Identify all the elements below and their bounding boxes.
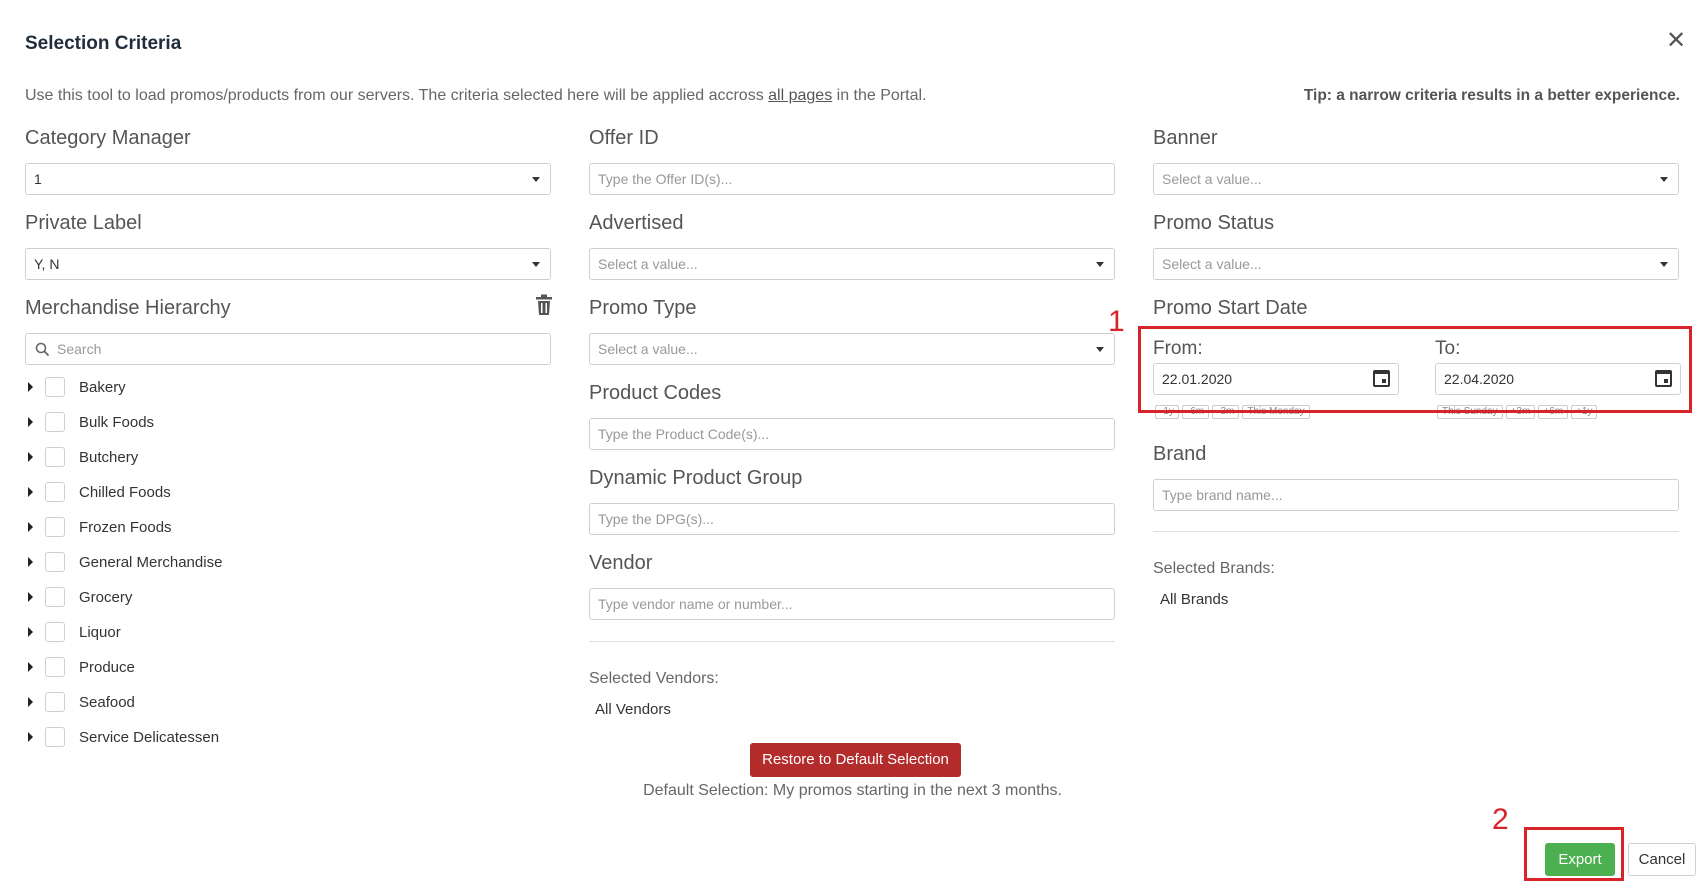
selected-vendors-value: All Vendors: [595, 701, 671, 718]
all-pages-link[interactable]: all pages: [768, 87, 832, 104]
brand-label: Brand: [1153, 443, 1207, 465]
tree-item[interactable]: Bulk Foods: [25, 407, 154, 437]
expand-arrow-icon[interactable]: [28, 382, 33, 392]
tree-item-label: Chilled Foods: [79, 483, 171, 501]
product-codes-input[interactable]: Type the Product Code(s)...: [589, 418, 1115, 450]
promo-type-select[interactable]: Select a value...: [589, 333, 1115, 365]
selected-brands-value: All Brands: [1160, 591, 1229, 608]
tree-item[interactable]: Service Delicatessen: [25, 722, 219, 748]
tree-item-label: General Merchandise: [79, 553, 223, 571]
promo-start-date-label: Promo Start Date: [1153, 297, 1308, 319]
tree-checkbox[interactable]: [45, 447, 65, 467]
tree-item[interactable]: Chilled Foods: [25, 477, 171, 507]
tree-checkbox[interactable]: [45, 622, 65, 642]
expand-arrow-icon[interactable]: [28, 592, 33, 602]
chevron-down-icon: [1096, 347, 1104, 352]
tree-checkbox[interactable]: [45, 657, 65, 677]
highlight-box-date: [1138, 326, 1692, 413]
expand-arrow-icon[interactable]: [28, 522, 33, 532]
tree-item[interactable]: Grocery: [25, 582, 132, 612]
expand-arrow-icon[interactable]: [28, 487, 33, 497]
tree-item-label: Bakery: [79, 378, 126, 396]
expand-arrow-icon[interactable]: [28, 732, 33, 742]
expand-arrow-icon[interactable]: [28, 697, 33, 707]
banner-value: Select a value...: [1162, 171, 1262, 187]
intro-text-after: in the Portal.: [832, 87, 927, 104]
tree-checkbox[interactable]: [45, 517, 65, 537]
tree-checkbox[interactable]: [45, 552, 65, 572]
selected-vendors-label: Selected Vendors:: [589, 670, 719, 687]
banner-select[interactable]: Select a value...: [1153, 163, 1679, 195]
tree-checkbox[interactable]: [45, 482, 65, 502]
tree-item-label: Produce: [79, 658, 135, 676]
tree-item[interactable]: Produce: [25, 652, 135, 682]
brand-input[interactable]: Type brand name...: [1153, 479, 1679, 511]
expand-arrow-icon[interactable]: [28, 557, 33, 567]
restore-default-button[interactable]: Restore to Default Selection: [750, 743, 961, 777]
promo-type-label: Promo Type: [589, 297, 697, 319]
tree-item-label: Grocery: [79, 588, 133, 606]
tree-checkbox[interactable]: [45, 587, 65, 607]
offer-id-input[interactable]: Type the Offer ID(s)...: [589, 163, 1115, 195]
tree-item[interactable]: Bakery: [25, 372, 126, 402]
banner-label: Banner: [1153, 127, 1218, 149]
chevron-down-icon: [1660, 262, 1668, 267]
vendor-input[interactable]: Type vendor name or number...: [589, 588, 1115, 620]
tree-checkbox[interactable]: [45, 692, 65, 712]
cancel-button[interactable]: Cancel: [1628, 843, 1696, 876]
expand-arrow-icon[interactable]: [28, 627, 33, 637]
dpg-input[interactable]: Type the DPG(s)...: [589, 503, 1115, 535]
promo-status-value: Select a value...: [1162, 256, 1262, 272]
divider: [589, 641, 1115, 642]
hierarchy-tree: Bakery Bulk Foods Butchery Chilled Foods…: [0, 0, 560, 748]
expand-arrow-icon[interactable]: [28, 452, 33, 462]
tree-checkbox[interactable]: [45, 377, 65, 397]
expand-arrow-icon[interactable]: [28, 662, 33, 672]
annotation-marker-2: 2: [1492, 803, 1509, 836]
tree-item-label: Frozen Foods: [79, 518, 172, 536]
dpg-label: Dynamic Product Group: [589, 467, 803, 489]
tree-checkbox[interactable]: [45, 727, 65, 747]
advertised-label: Advertised: [589, 212, 684, 234]
tree-item-label: Bulk Foods: [79, 413, 155, 431]
advertised-value: Select a value...: [598, 256, 698, 272]
default-selection-note: Default Selection: My promos starting in…: [643, 782, 1062, 799]
chevron-down-icon: [1096, 262, 1104, 267]
divider: [1153, 531, 1679, 532]
tree-item[interactable]: Seafood: [25, 687, 135, 717]
promo-type-value: Select a value...: [598, 341, 698, 357]
close-icon[interactable]: ✕: [1665, 29, 1687, 53]
tree-item-label: Liquor: [79, 623, 121, 641]
tree-item-label: Butchery: [79, 448, 139, 466]
tree-item[interactable]: General Merchandise: [25, 547, 222, 577]
offer-id-label: Offer ID: [589, 127, 659, 149]
tree-item[interactable]: Frozen Foods: [25, 512, 172, 542]
promo-status-select[interactable]: Select a value...: [1153, 248, 1679, 280]
annotation-marker-1: 1: [1108, 305, 1125, 338]
tree-checkbox[interactable]: [45, 412, 65, 432]
promo-status-label: Promo Status: [1153, 212, 1275, 234]
advertised-select[interactable]: Select a value...: [589, 248, 1115, 280]
tree-item[interactable]: Liquor: [25, 617, 121, 647]
export-button[interactable]: Export: [1545, 843, 1615, 876]
chevron-down-icon: [1660, 177, 1668, 182]
tip-text: Tip: a narrow criteria results in a bett…: [1303, 87, 1680, 104]
expand-arrow-icon[interactable]: [28, 417, 33, 427]
tree-item-label: Service Delicatessen: [79, 728, 220, 746]
tree-item-label: Seafood: [79, 693, 135, 711]
tree-item[interactable]: Butchery: [25, 442, 138, 472]
product-codes-label: Product Codes: [589, 382, 722, 404]
selected-brands-label: Selected Brands:: [1153, 560, 1275, 577]
vendor-label: Vendor: [589, 552, 653, 574]
